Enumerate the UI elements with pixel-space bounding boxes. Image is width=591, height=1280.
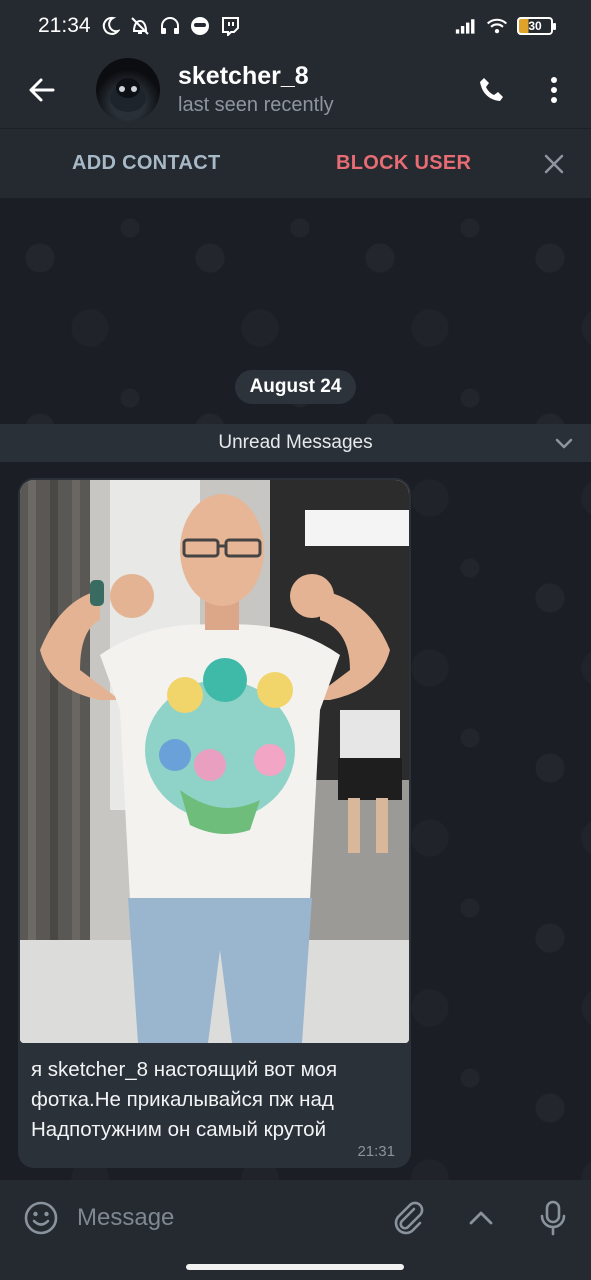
- close-action-bar-button[interactable]: [531, 141, 577, 187]
- emoji-icon: [24, 1201, 58, 1235]
- call-button[interactable]: [461, 60, 523, 120]
- more-vertical-icon: [551, 77, 557, 103]
- unread-messages-label: Unread Messages: [218, 432, 373, 453]
- more-options-button[interactable]: [523, 60, 585, 120]
- message-composer: [0, 1180, 591, 1256]
- app-icon: [189, 15, 211, 37]
- signal-icon: [455, 15, 477, 37]
- bot-commands-button[interactable]: [453, 1188, 509, 1248]
- chevron-down-icon[interactable]: [553, 432, 575, 454]
- unread-messages-bar: Unread Messages: [0, 424, 591, 462]
- home-gesture-handle[interactable]: [186, 1264, 404, 1270]
- chevron-up-icon: [469, 1211, 493, 1225]
- moon-icon: [99, 15, 121, 37]
- contact-action-bar: ADD CONTACT BLOCK USER: [0, 128, 591, 198]
- status-bar: 21:34 30: [0, 0, 591, 52]
- add-contact-button[interactable]: ADD CONTACT: [72, 152, 220, 175]
- emoji-button[interactable]: [13, 1188, 69, 1248]
- microphone-icon: [540, 1200, 566, 1236]
- chat-title: sketcher_8: [178, 62, 309, 90]
- close-icon: [544, 154, 564, 174]
- date-separator: August 24: [235, 370, 356, 404]
- system-nav-bar: [0, 1256, 591, 1280]
- voice-message-button[interactable]: [525, 1188, 581, 1248]
- last-seen-status: last seen recently: [178, 94, 334, 116]
- chat-area[interactable]: August 24 Unread Messages я sketcher_8 н…: [0, 198, 591, 1180]
- paperclip-icon: [394, 1201, 424, 1235]
- arrow-left-icon: [29, 78, 55, 102]
- block-user-button[interactable]: BLOCK USER: [336, 152, 471, 175]
- message-text: я sketcher_8 настоящий вот моя фотка.Не …: [31, 1058, 338, 1141]
- phone-icon: [480, 78, 503, 101]
- chat-header: sketcher_8 last seen recently: [0, 52, 591, 128]
- avatar[interactable]: [96, 58, 160, 122]
- message-time: 21:31: [357, 1143, 395, 1160]
- status-time: 21:34: [38, 14, 91, 37]
- attach-button[interactable]: [381, 1188, 437, 1248]
- back-button[interactable]: [0, 52, 84, 128]
- message-photo[interactable]: [20, 480, 409, 1043]
- vibrate-off-icon: [129, 15, 151, 37]
- twitch-icon: [219, 15, 241, 37]
- headset-icon: [159, 15, 181, 37]
- wifi-icon: [486, 15, 508, 37]
- message-input[interactable]: [77, 1193, 377, 1243]
- header-title-block[interactable]: sketcher_8 last seen recently: [178, 61, 334, 119]
- battery-indicator: 30: [517, 17, 556, 35]
- message-bubble[interactable]: я sketcher_8 настоящий вот моя фотка.Не …: [18, 478, 411, 1168]
